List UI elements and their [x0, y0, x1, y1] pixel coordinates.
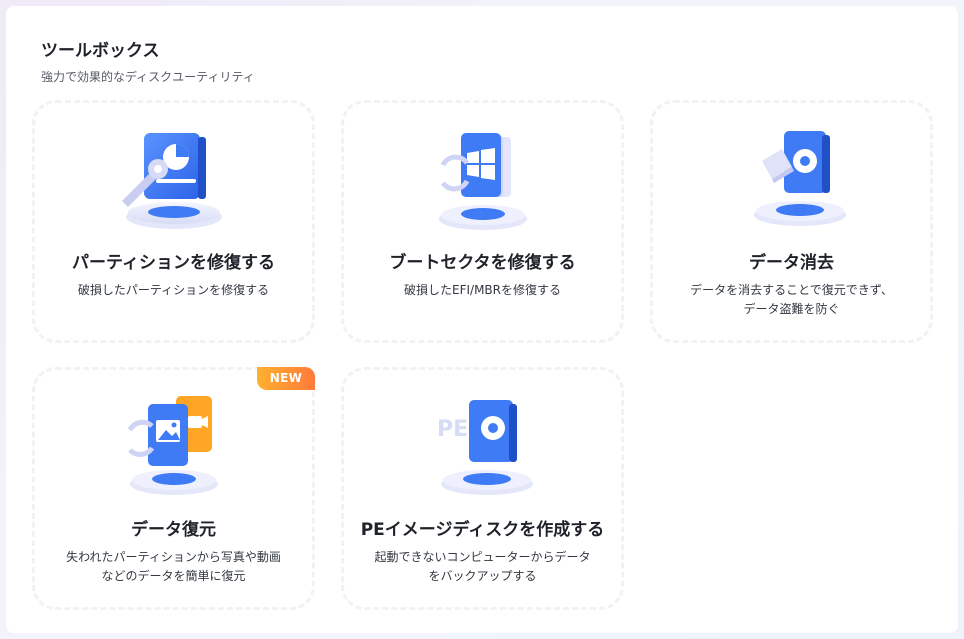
card-title: データ消去	[749, 253, 834, 273]
toolbox-panel: ツールボックス 強力で効果的なディスクユーティリティ パーティションを修復する …	[6, 6, 958, 633]
pe-image-disk-card[interactable]: PE PEイメージディスクを作成する 起動できないコンピューターからデータ をバ…	[341, 367, 624, 610]
card-description: データを消去することで復元できず、 データ盗難を防ぐ	[690, 283, 893, 316]
data-wipe-card[interactable]: データ消去 データを消去することで復元できず、 データ盗難を防ぐ	[650, 100, 933, 343]
partition-repair-card[interactable]: パーティションを修復する 破損したパーティションを修復する	[32, 100, 315, 343]
data-recovery-card[interactable]: NEW データ復元 失われたパーティションから写真や動画 などのデータを簡単に復…	[32, 367, 315, 610]
card-title: PEイメージディスクを作成する	[360, 520, 605, 540]
data-wipe-icon	[753, 131, 846, 226]
new-badge: NEW	[257, 367, 315, 390]
pe-image-disk-icon: PE	[437, 400, 533, 495]
data-recovery-icon	[127, 396, 218, 495]
partition-repair-icon	[121, 133, 222, 229]
card-description: 失われたパーティションから写真や動画 などのデータを簡単に復元	[66, 550, 281, 583]
card-title: ブートセクタを修復する	[389, 253, 576, 273]
svg-text:PE: PE	[437, 417, 468, 442]
boot-sector-repair-card[interactable]: ブートセクタを修復する 破損したEFI/MBRを修復する	[341, 100, 624, 343]
boot-sector-repair-icon	[438, 133, 527, 230]
card-title: データ復元	[131, 520, 216, 540]
card-description: 起動できないコンピューターからデータ をバックアップする	[374, 550, 591, 583]
card-title: パーティションを修復する	[72, 253, 275, 273]
card-description: 破損したEFI/MBRを修復する	[404, 283, 561, 297]
card-description: 破損したパーティションを修復する	[77, 283, 270, 297]
page-title: ツールボックス	[41, 41, 160, 61]
page-subtitle: 強力で効果的なディスクユーティリティ	[41, 70, 255, 84]
